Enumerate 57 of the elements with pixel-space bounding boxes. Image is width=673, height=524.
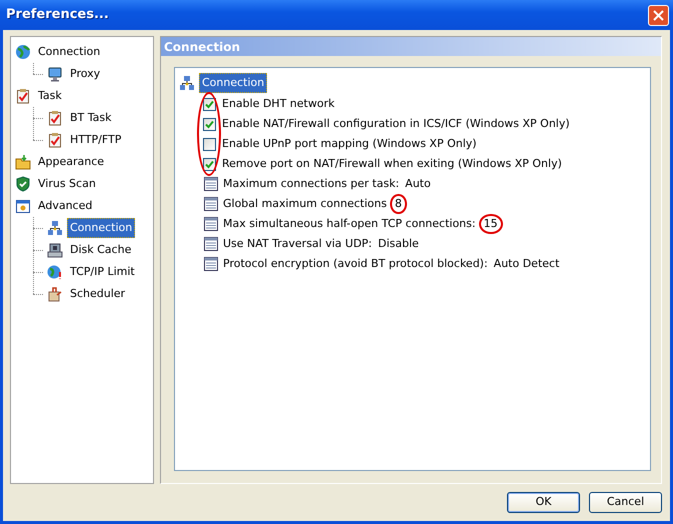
sidebar-item[interactable]: Scheduler xyxy=(67,284,128,304)
checkbox[interactable] xyxy=(203,138,216,150)
globe-icon xyxy=(15,44,31,60)
sidebar-item[interactable]: TCP/IP Limit xyxy=(67,262,138,282)
sidebar-item[interactable]: Task xyxy=(35,86,65,106)
setting-value: 15 xyxy=(478,214,503,234)
network-icon xyxy=(179,75,195,91)
list-icon xyxy=(203,176,219,192)
window-title: Preferences... xyxy=(6,6,109,24)
setting-label: Enable UPnP port mapping (Windows XP Only) xyxy=(222,136,477,152)
close-icon xyxy=(653,10,664,20)
checkbox[interactable] xyxy=(203,118,216,130)
clipboard-icon xyxy=(47,132,63,148)
sidebar-item[interactable]: Proxy xyxy=(67,64,104,84)
clipboard-icon xyxy=(15,88,31,104)
dialog-button[interactable]: OK xyxy=(507,492,580,513)
setting-label: Max simultaneous half-open TCP connections: xyxy=(223,216,476,232)
disk-drive-icon xyxy=(47,242,63,258)
checkbox[interactable] xyxy=(203,158,216,170)
sidebar-item[interactable]: Appearance xyxy=(35,152,108,172)
sidebar-item[interactable]: Virus Scan xyxy=(35,174,99,194)
setting-value: Disable xyxy=(377,236,420,252)
setting-value: 8 xyxy=(390,194,407,214)
panel-header: Connection xyxy=(161,37,661,56)
setting-label: Remove port on NAT/Firewall when exiting (Windows XP Only) xyxy=(222,156,562,172)
tree-root-item[interactable]: Connection xyxy=(199,72,268,94)
network-icon xyxy=(47,220,63,236)
setting-label: Maximum connections per task: xyxy=(223,176,400,192)
list-icon xyxy=(203,196,219,212)
setting-label: Enable NAT/Firewall configuration in ICS/ICF (Windows XP Only) xyxy=(222,116,570,132)
setting-label: Protocol encryption (avoid BT protocol blocked): xyxy=(223,256,488,272)
setting-label: Global maximum connections xyxy=(223,196,387,212)
sidebar-item[interactable]: Connection xyxy=(35,42,104,62)
check-icon xyxy=(205,100,214,108)
setting-label: Use NAT Traversal via UDP: xyxy=(223,236,372,252)
sidebar-item[interactable]: Disk Cache xyxy=(67,240,134,260)
sidebar-item[interactable]: HTTP/FTP xyxy=(67,130,124,150)
check-icon xyxy=(205,120,214,128)
window-icon xyxy=(15,198,31,214)
shield-icon xyxy=(15,176,31,192)
checkbox[interactable] xyxy=(203,98,216,110)
list-icon xyxy=(203,216,219,232)
globe-icon xyxy=(47,264,63,280)
sidebar-item[interactable]: Connection xyxy=(67,218,136,238)
setting-label: Enable DHT network xyxy=(222,96,335,112)
list-icon xyxy=(203,256,219,272)
clipboard-icon xyxy=(47,110,63,126)
sidebar-item[interactable]: Advanced xyxy=(35,196,96,216)
setting-value: Auto xyxy=(404,176,432,192)
monitor-icon xyxy=(47,66,63,82)
setting-value: Auto Detect xyxy=(492,256,560,272)
list-icon xyxy=(203,236,219,252)
dialog-button[interactable]: Cancel xyxy=(589,492,662,513)
sidebar-item[interactable]: BT Task xyxy=(67,108,115,128)
close-button[interactable] xyxy=(648,4,669,26)
check-icon xyxy=(205,160,214,168)
folder-icon xyxy=(15,154,31,170)
